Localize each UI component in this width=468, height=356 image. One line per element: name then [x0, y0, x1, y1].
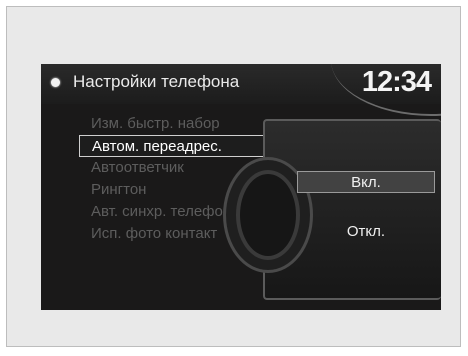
bullet-icon: [51, 78, 60, 87]
option-popup: Вкл. Откл.: [223, 119, 441, 300]
clock: 12:34: [361, 66, 432, 98]
option-on[interactable]: Вкл.: [297, 171, 435, 193]
option-off[interactable]: Откл.: [297, 221, 435, 243]
figure-frame: Настройки телефона 12:34 Изм. быстр. наб…: [6, 6, 461, 347]
header-bar: Настройки телефона 12:34: [41, 64, 441, 116]
infotainment-screen: Настройки телефона 12:34 Изм. быстр. наб…: [41, 64, 441, 310]
page-title: Настройки телефона: [73, 72, 240, 91]
